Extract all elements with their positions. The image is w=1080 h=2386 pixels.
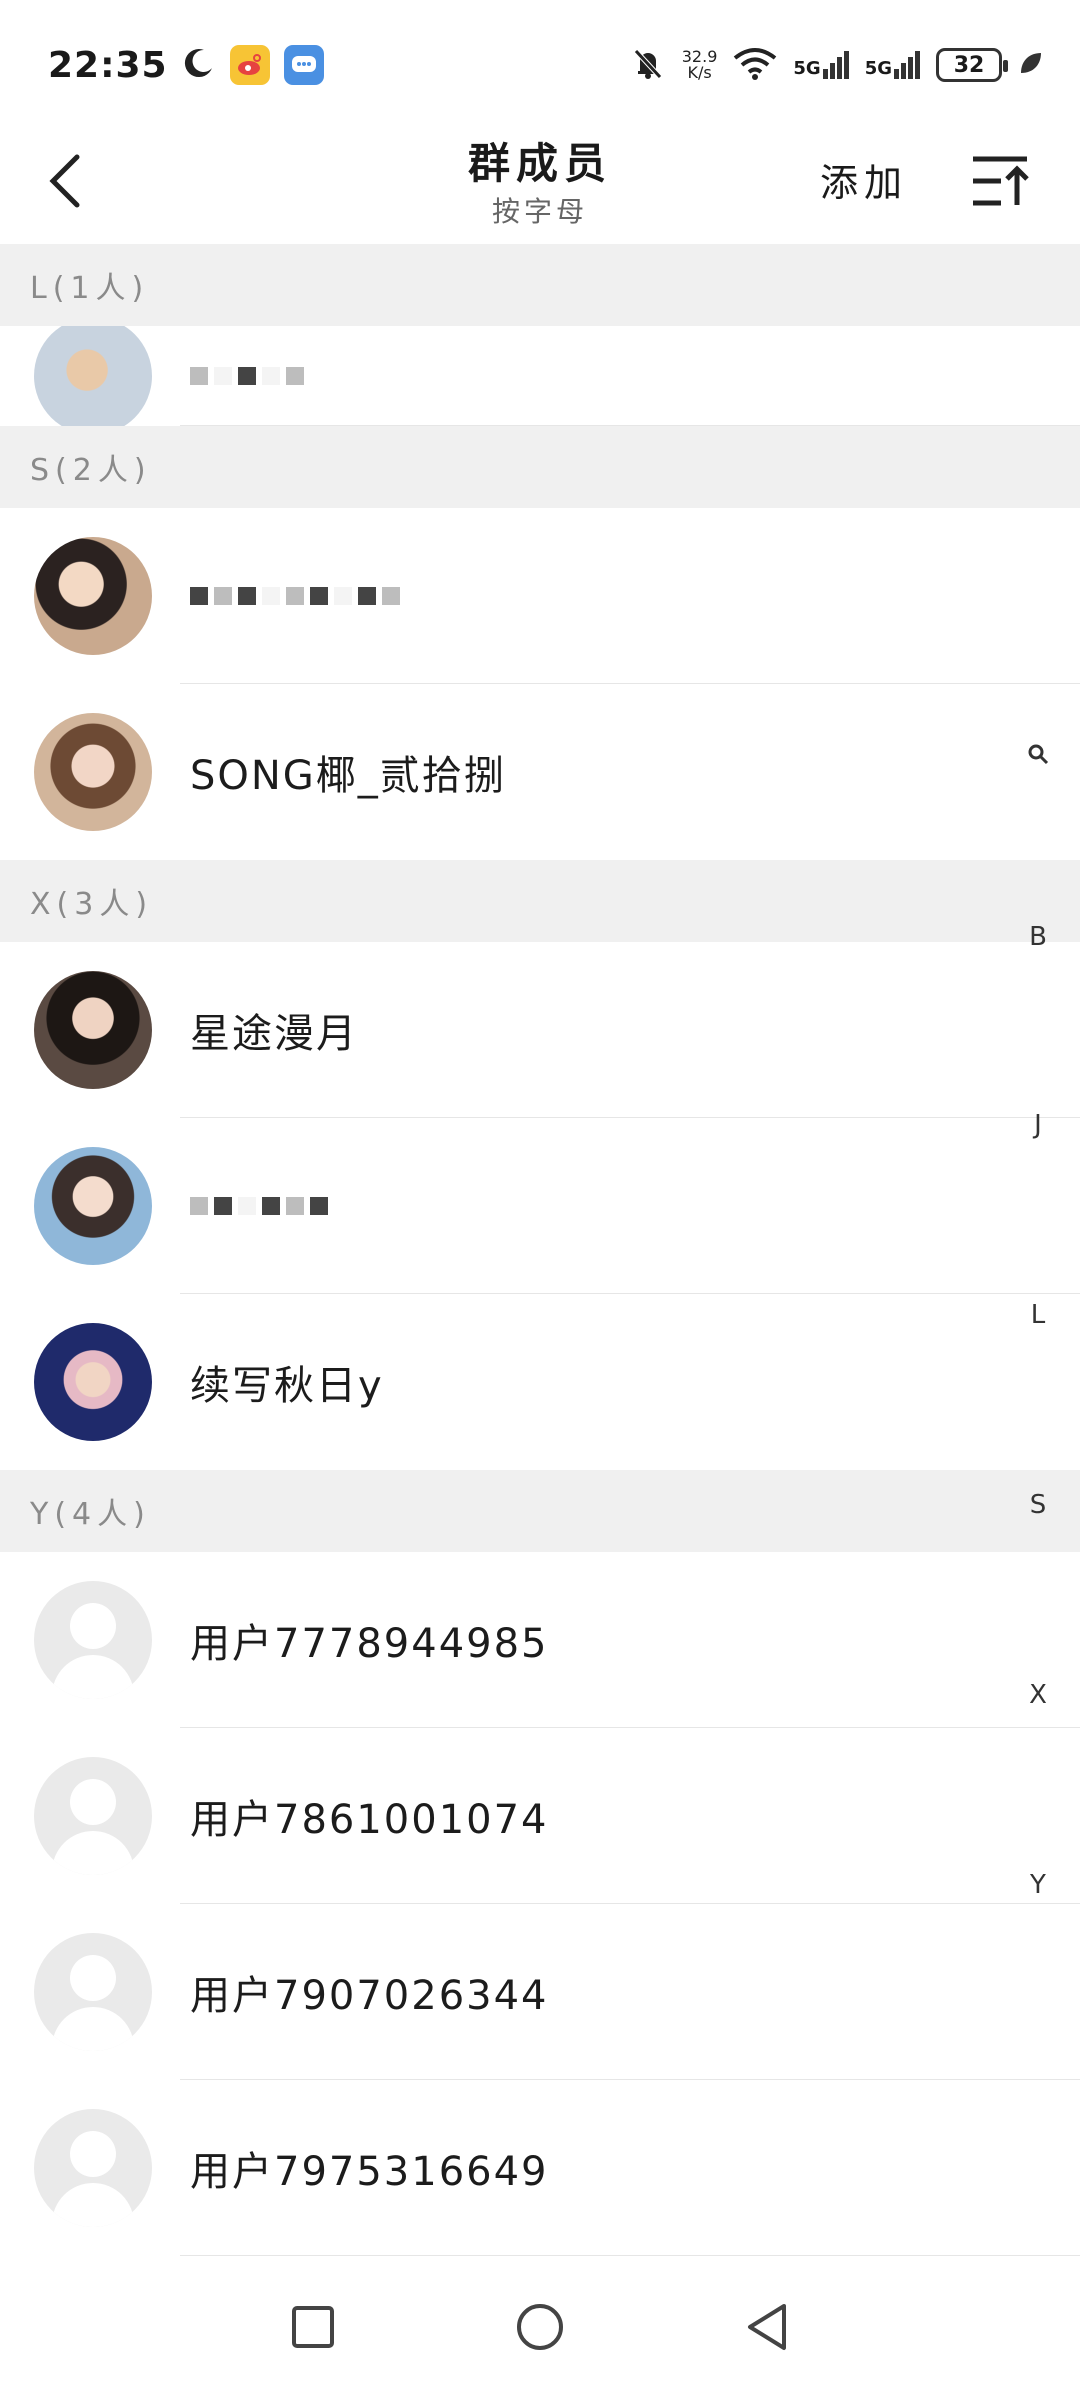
status-time: 22:35 xyxy=(48,44,168,86)
default-avatar-icon xyxy=(34,2109,152,2227)
moon-icon xyxy=(182,46,216,84)
member-name: SONG椰_贰拾捌 xyxy=(190,753,506,799)
recent-apps-button[interactable] xyxy=(278,2292,348,2362)
network-speed: 32.9 K/s xyxy=(682,49,718,81)
default-avatar-icon xyxy=(34,1757,152,1875)
signal-2-label: 5G xyxy=(864,58,892,79)
avatar xyxy=(34,713,152,831)
section-header-l: L(1人) xyxy=(0,244,1080,326)
member-name: 用户7861001074 xyxy=(190,1797,549,1843)
sort-icon xyxy=(973,156,1029,206)
system-navigation-bar xyxy=(0,2268,1080,2386)
member-list: L(1人) S(2人) SONG椰_贰拾捌 X(3人) 星途漫月 续写秋日y Y… xyxy=(0,244,1080,2256)
masked-name xyxy=(190,587,400,605)
signal-1-label: 5G xyxy=(793,58,821,79)
section-header-y: Y(4人) xyxy=(0,1470,1080,1552)
index-letter[interactable]: B xyxy=(1010,922,1066,952)
signal-5g-1: 5G xyxy=(793,51,849,79)
default-avatar-icon xyxy=(34,1933,152,2051)
add-member-button[interactable]: 添加 xyxy=(820,152,908,207)
member-row[interactable]: 用户7975316649 xyxy=(0,2080,1080,2256)
avatar xyxy=(34,971,152,1089)
member-row[interactable] xyxy=(0,1118,1080,1294)
wifi-icon xyxy=(733,46,777,84)
page-title: 群成员 xyxy=(467,139,612,188)
masked-name xyxy=(190,1197,328,1215)
battery-indicator: 32 xyxy=(936,48,1008,82)
member-row[interactable]: 用户7778944985 xyxy=(0,1552,1080,1728)
avatar xyxy=(34,326,152,426)
member-name: 用户7975316649 xyxy=(190,2149,549,2195)
square-icon xyxy=(292,2306,335,2348)
index-letter[interactable]: L xyxy=(1010,1300,1066,1330)
sort-button[interactable] xyxy=(966,146,1036,216)
member-row[interactable]: 用户7907026344 xyxy=(0,1904,1080,2080)
battery-level: 32 xyxy=(953,52,985,78)
section-header-x: X(3人) xyxy=(0,860,1080,942)
message-app-icon xyxy=(283,45,324,85)
circle-icon xyxy=(516,2304,563,2350)
status-bar: 22:35 32.9 K/s 5G 5G 32 xyxy=(0,0,1080,130)
masked-name xyxy=(190,367,304,385)
member-name: 用户7907026344 xyxy=(190,1973,549,2019)
triangle-back-icon xyxy=(747,2304,786,2350)
avatar xyxy=(34,1323,152,1441)
index-letter[interactable]: J xyxy=(1010,1110,1066,1140)
home-button[interactable] xyxy=(505,2292,575,2362)
index-letter[interactable]: Y xyxy=(1010,1870,1066,1900)
member-name: 星途漫月 xyxy=(190,1011,358,1057)
weibo-icon xyxy=(229,45,270,85)
member-row[interactable]: 用户7861001074 xyxy=(0,1728,1080,1904)
member-name: 续写秋日y xyxy=(190,1363,384,1409)
default-avatar-icon xyxy=(34,1581,152,1699)
member-row[interactable]: 续写秋日y xyxy=(0,1294,1080,1470)
avatar xyxy=(34,1147,152,1265)
mute-icon xyxy=(630,45,666,85)
member-row[interactable] xyxy=(0,508,1080,684)
index-search-icon[interactable] xyxy=(1010,742,1066,772)
member-row[interactable] xyxy=(0,326,1080,426)
system-back-button[interactable] xyxy=(732,2292,802,2362)
network-speed-unit: K/s xyxy=(687,63,712,82)
leaf-icon xyxy=(1018,50,1044,80)
member-name: 用户7778944985 xyxy=(190,1621,549,1667)
member-row[interactable]: 星途漫月 xyxy=(0,942,1080,1118)
signal-5g-2: 5G xyxy=(865,51,920,79)
index-letter[interactable]: S xyxy=(1010,1490,1066,1520)
avatar xyxy=(34,537,152,655)
section-header-s: S(2人) xyxy=(0,426,1080,508)
sort-mode-subtitle[interactable]: 按字母 xyxy=(0,190,1080,230)
navigation-bar: 群成员 按字母 添加 xyxy=(0,130,1080,242)
index-letter[interactable]: X xyxy=(1010,1680,1066,1710)
member-row[interactable]: SONG椰_贰拾捌 xyxy=(0,684,1080,860)
